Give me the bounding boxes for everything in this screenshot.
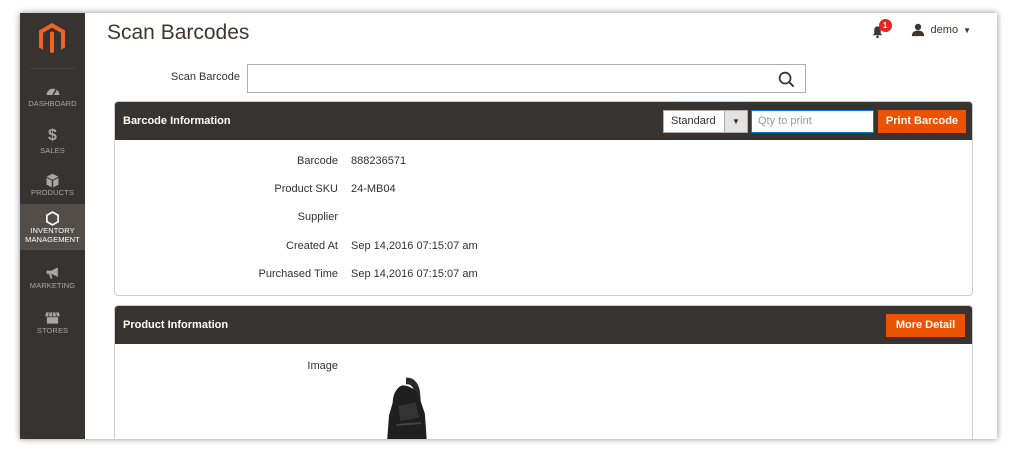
- supplier-row: Supplier: [115, 211, 972, 231]
- search-icon[interactable]: [778, 71, 795, 88]
- sidebar-divider: [30, 68, 75, 69]
- sidebar-item-marketing[interactable]: Marketing: [20, 258, 85, 303]
- field-value: Sep 14,2016 07:15:07 am: [351, 268, 478, 280]
- field-label: Product SKU: [274, 183, 338, 195]
- sidebar-item-label-line1: INVENTORY: [30, 226, 75, 235]
- panel-title: Product Information: [123, 319, 229, 331]
- barcode-type-select[interactable]: Standard ▼: [663, 110, 748, 133]
- admin-sidebar: Dashboard $ Sales Products INVENTORY MAN…: [20, 13, 85, 439]
- image-row: Image: [115, 360, 972, 380]
- hexagon-icon: [46, 211, 59, 226]
- user-name: demo: [930, 24, 959, 36]
- product-sku-row: Product SKU 24-MB04: [115, 183, 972, 203]
- user-icon: [911, 23, 924, 37]
- sidebar-item-label: Marketing: [29, 281, 76, 290]
- sidebar-item-label: Stores: [36, 326, 69, 335]
- app-window: Dashboard $ Sales Products INVENTORY MAN…: [20, 13, 997, 439]
- product-image: [387, 377, 427, 439]
- barcode-information-panel: Barcode Information Standard ▼ Qty to pr…: [114, 101, 973, 296]
- sidebar-item-label: Dashboard: [28, 99, 77, 108]
- sidebar-item-label: Sales: [40, 146, 65, 155]
- sidebar-item-sales[interactable]: $ Sales: [20, 120, 85, 165]
- barcode-row: Barcode 888236571: [115, 155, 972, 175]
- panel-title: Barcode Information: [123, 115, 231, 127]
- scan-barcode-label: Scan Barcode: [170, 71, 240, 83]
- field-label: Purchased Time: [258, 268, 338, 280]
- gauge-icon: [46, 88, 59, 96]
- product-information-header: Product Information More Detail: [115, 306, 972, 344]
- sidebar-item-stores[interactable]: Stores: [20, 303, 85, 348]
- chevron-down-icon: ▼: [724, 111, 747, 132]
- box-icon: [46, 173, 59, 188]
- product-information-panel: Product Information More Detail Image: [114, 305, 973, 439]
- dollar-icon: $: [48, 127, 57, 144]
- notifications-button[interactable]: 1: [871, 19, 892, 39]
- barcode-information-header: Barcode Information Standard ▼ Qty to pr…: [115, 102, 972, 140]
- notification-count-badge: 1: [878, 19, 892, 32]
- qty-to-print-input[interactable]: Qty to print: [751, 110, 874, 133]
- field-label: Supplier: [297, 211, 338, 223]
- field-value: Sep 14,2016 07:15:07 am: [351, 240, 478, 252]
- sidebar-item-label-line2: MANAGEMENT: [25, 235, 80, 244]
- chevron-down-icon: ▼: [963, 25, 971, 35]
- sidebar-item-inventory-management[interactable]: INVENTORY MANAGEMENT: [20, 204, 85, 250]
- field-label: Created At: [286, 240, 338, 252]
- magento-logo-icon[interactable]: [37, 22, 67, 56]
- field-value: 24-MB04: [351, 183, 396, 195]
- sidebar-item-dashboard[interactable]: Dashboard: [20, 75, 85, 120]
- more-detail-button[interactable]: More Detail: [886, 314, 965, 337]
- sidebar-item-label: Products: [31, 188, 74, 197]
- megaphone-icon: [46, 267, 58, 279]
- store-icon: [45, 312, 60, 324]
- field-value: 888236571: [351, 155, 407, 167]
- qty-placeholder: Qty to print: [758, 115, 812, 127]
- field-label: Image: [307, 360, 338, 372]
- scan-barcode-input[interactable]: [247, 64, 806, 93]
- page-title: Scan Barcodes: [107, 21, 250, 44]
- barcode-type-value: Standard: [671, 115, 716, 127]
- field-label: Barcode: [297, 155, 338, 167]
- header-actions: 1 demo ▼: [871, 19, 971, 39]
- print-barcode-button[interactable]: Print Barcode: [878, 110, 966, 133]
- user-menu[interactable]: demo ▼: [911, 23, 971, 37]
- created-at-row: Created At Sep 14,2016 07:15:07 am: [115, 240, 972, 260]
- purchased-time-row: Purchased Time Sep 14,2016 07:15:07 am: [115, 268, 972, 288]
